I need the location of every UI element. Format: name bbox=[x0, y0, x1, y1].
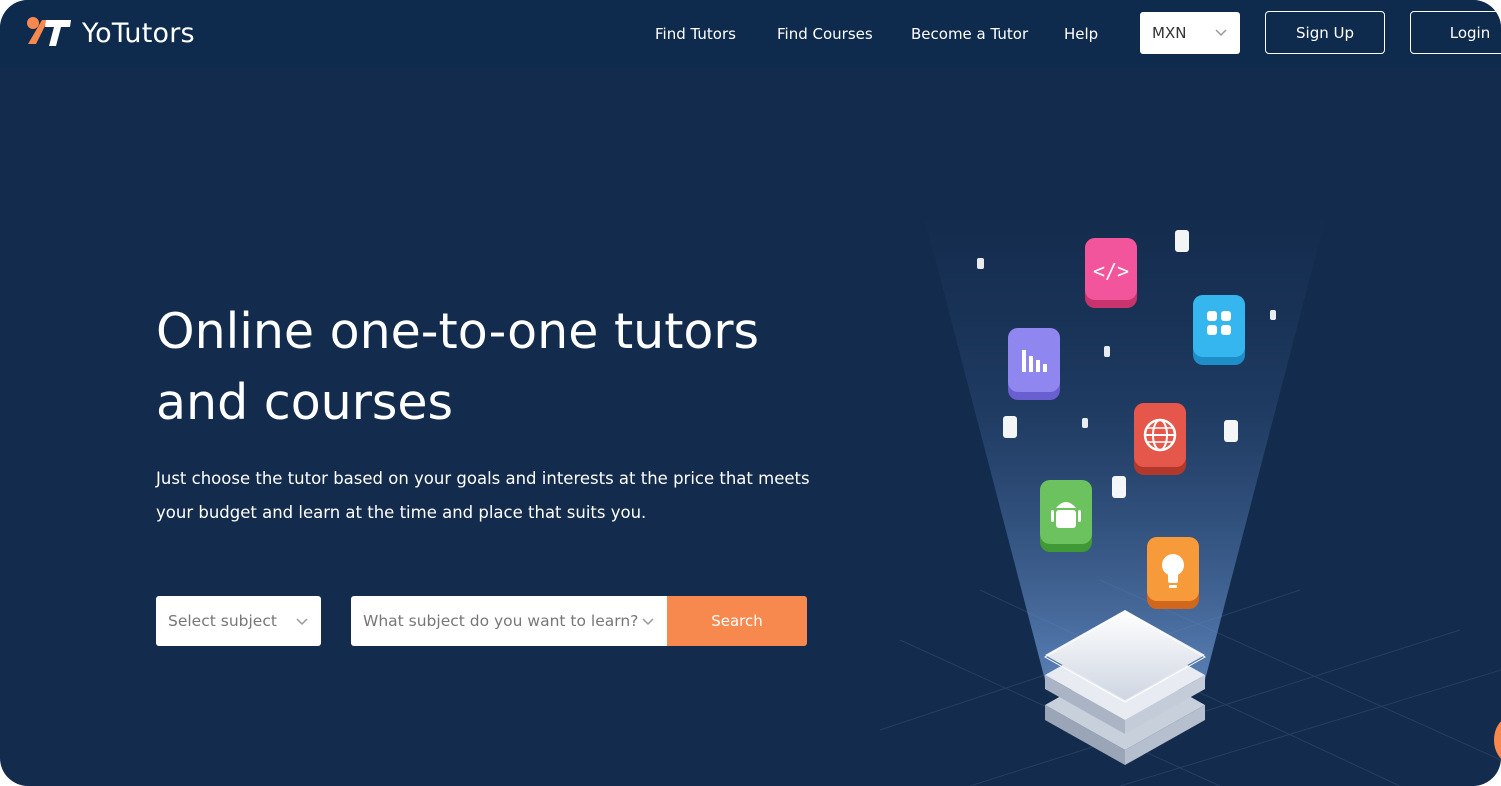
globe-icon bbox=[1134, 403, 1186, 475]
subject-search-placeholder: What subject do you want to learn? bbox=[363, 612, 639, 630]
hero-title: Online one-to-one tutors and courses bbox=[156, 296, 816, 438]
chevron-down-icon bbox=[296, 618, 308, 626]
hero-title-line-2: and courses bbox=[156, 374, 454, 431]
brand-logo[interactable]: YoTutors bbox=[26, 16, 195, 50]
code-icon: </> bbox=[1085, 238, 1137, 308]
nav-find-courses[interactable]: Find Courses bbox=[777, 25, 873, 43]
currency-select[interactable]: MXN bbox=[1140, 12, 1240, 54]
subject-select-placeholder: Select subject bbox=[168, 612, 277, 630]
svg-text:</>: </> bbox=[1093, 259, 1129, 283]
nav-become-tutor[interactable]: Become a Tutor bbox=[911, 25, 1028, 43]
top-navbar: YoTutors Find Tutors Find Courses Become… bbox=[0, 0, 1501, 68]
lightbulb-icon bbox=[1147, 537, 1199, 609]
chart-icon bbox=[1008, 328, 1060, 400]
android-icon bbox=[1040, 480, 1092, 552]
search-button[interactable]: Search bbox=[667, 596, 807, 646]
logo-mark-icon bbox=[27, 17, 71, 46]
hero-illustration: </> bbox=[879, 220, 1501, 786]
nav-help[interactable]: Help bbox=[1064, 25, 1098, 43]
chevron-down-icon bbox=[642, 618, 654, 626]
nav-find-tutors[interactable]: Find Tutors bbox=[655, 25, 736, 43]
hero-title-line-1: Online one-to-one tutors bbox=[156, 303, 760, 360]
currency-value: MXN bbox=[1152, 24, 1187, 42]
app-frame: YoTutors Find Tutors Find Courses Become… bbox=[0, 0, 1501, 786]
chevron-down-icon bbox=[1215, 29, 1227, 37]
hero-subtitle: Just choose the tutor based on your goal… bbox=[156, 462, 816, 530]
brand-name: YoTutors bbox=[82, 17, 195, 49]
subject-select[interactable]: Select subject bbox=[156, 596, 321, 646]
sign-up-button[interactable]: Sign Up bbox=[1265, 11, 1385, 54]
hero-subtitle-line-2: your budget and learn at the time and pl… bbox=[156, 503, 647, 522]
login-button[interactable]: Login bbox=[1410, 11, 1501, 54]
hero-subtitle-line-1: Just choose the tutor based on your goal… bbox=[156, 469, 810, 488]
subject-search-input[interactable]: What subject do you want to learn? bbox=[351, 596, 667, 646]
grid-icon bbox=[1193, 295, 1245, 365]
